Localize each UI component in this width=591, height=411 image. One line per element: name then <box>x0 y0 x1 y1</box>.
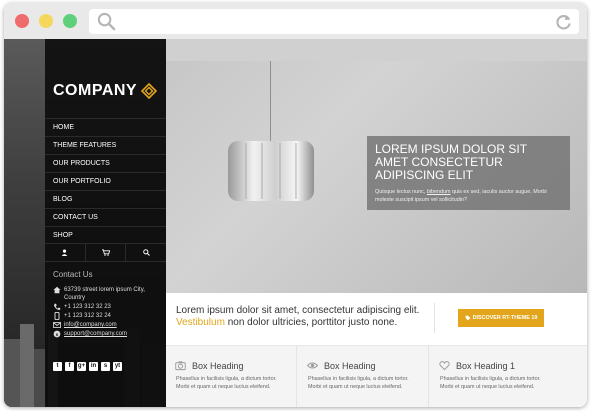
nav-shop[interactable]: SHOP <box>45 226 166 244</box>
cta-divider <box>434 303 435 333</box>
sidebar: COMPANY HOME THEME FEATURES OUR PRODUCTS… <box>45 39 166 407</box>
feature-box: Box Heading Phasellus in facilisis ligul… <box>298 346 429 407</box>
sidebar-tools <box>45 244 166 262</box>
nav-theme-features[interactable]: THEME FEATURES <box>45 136 166 154</box>
contact-address: 63739 street lorem ipsum City, Country <box>53 286 163 302</box>
camera-icon <box>175 361 186 371</box>
cart-icon <box>101 249 110 256</box>
feature-boxes: Box Heading Phasellus in facilisis ligul… <box>166 345 587 407</box>
nav-our-products[interactable]: OUR PRODUCTS <box>45 154 166 172</box>
nav-contact-us[interactable]: CONTACT US <box>45 208 166 226</box>
feature-box: Box Heading 1 Phasellus in facilisis lig… <box>430 346 561 407</box>
page-viewport: COMPANY HOME THEME FEATURES OUR PRODUCTS… <box>4 39 587 407</box>
contact-mobile: +1 123 312 32 24 <box>53 312 163 320</box>
eye-icon <box>307 362 318 369</box>
main-nav: HOME THEME FEATURES OUR PRODUCTS OUR POR… <box>45 118 166 244</box>
hero-caption: LOREM IPSUM DOLOR SIT AMET CONSECTETUR A… <box>367 136 570 210</box>
hero-text: Quisque lectus nunc, bibendum quis ex se… <box>375 189 547 203</box>
hero-title: LOREM IPSUM DOLOR SIT AMET CONSECTETUR A… <box>375 142 527 182</box>
cta-highlight: Vestibulum <box>176 317 225 328</box>
contact-list: 63739 street lorem ipsum City, Country +… <box>53 286 163 339</box>
skype-icon: s <box>53 330 61 338</box>
tag-icon <box>465 315 471 320</box>
cta-text: Lorem ipsum dolor sit amet, consectetur … <box>176 305 420 328</box>
diamond-logo-icon <box>141 83 158 99</box>
search-icon <box>97 12 116 31</box>
discover-button[interactable]: DISCOVER RT-THEME 19 <box>458 309 544 327</box>
browser-window: COMPANY HOME THEME FEATURES OUR PRODUCTS… <box>4 3 587 407</box>
box-heading: Box Heading 1 <box>456 360 516 371</box>
cart-button[interactable] <box>86 244 127 261</box>
heart-icon <box>439 361 450 371</box>
contact-email: info@company.com <box>53 321 163 329</box>
box-text: Phasellus in facilisis ligula, a dictum … <box>176 376 277 390</box>
mobile-icon <box>54 312 60 320</box>
content-section: Lorem ipsum dolor sit amet, consectetur … <box>166 293 587 407</box>
linkedin-icon[interactable]: in <box>89 362 98 371</box>
social-links: t f g+ in s yt <box>53 362 122 371</box>
phone-icon <box>54 303 61 310</box>
twitter-icon[interactable]: t <box>53 362 62 371</box>
refresh-icon[interactable] <box>554 12 573 31</box>
nav-home[interactable]: HOME <box>45 118 166 136</box>
box-heading: Box Heading <box>192 360 244 371</box>
svg-text:s: s <box>56 333 59 338</box>
logo-text: COMPANY <box>53 82 138 99</box>
nav-our-portfolio[interactable]: OUR PORTFOLIO <box>45 172 166 190</box>
skype-link[interactable]: support@company.com <box>64 330 127 338</box>
mail-icon <box>53 322 61 328</box>
title-bar <box>4 3 587 39</box>
facebook-icon[interactable]: f <box>65 362 74 371</box>
contact-heading: Contact Us <box>53 270 93 279</box>
feature-box: Box Heading Phasellus in facilisis ligul… <box>166 346 297 407</box>
box-text: Phasellus in facilisis ligula, a dictum … <box>308 376 409 390</box>
pendant-lamp-image <box>228 141 314 201</box>
google-plus-icon[interactable]: g+ <box>77 362 86 371</box>
search-icon <box>142 249 150 256</box>
box-heading: Box Heading <box>324 360 376 371</box>
lamp-cord <box>270 61 271 141</box>
minimize-window-button[interactable] <box>39 14 53 28</box>
close-window-button[interactable] <box>15 14 29 28</box>
hero-link[interactable]: bibendum <box>427 189 451 195</box>
contact-skype: s support@company.com <box>53 330 163 338</box>
maximize-window-button[interactable] <box>63 14 77 28</box>
nav-blog[interactable]: BLOG <box>45 190 166 208</box>
box-text: Phasellus in facilisis ligula, a dictum … <box>440 376 541 390</box>
home-icon <box>53 286 61 294</box>
address-bar[interactable] <box>89 9 579 34</box>
sidebar-search-button[interactable] <box>126 244 166 261</box>
skype-social-icon[interactable]: s <box>101 362 110 371</box>
user-button[interactable] <box>45 244 86 261</box>
youtube-icon[interactable]: yt <box>113 362 122 371</box>
email-link[interactable]: info@company.com <box>64 321 117 329</box>
contact-phone: +1 123 312 32 23 <box>53 303 163 311</box>
user-icon <box>62 249 68 256</box>
site-logo[interactable]: COMPANY <box>53 81 158 101</box>
